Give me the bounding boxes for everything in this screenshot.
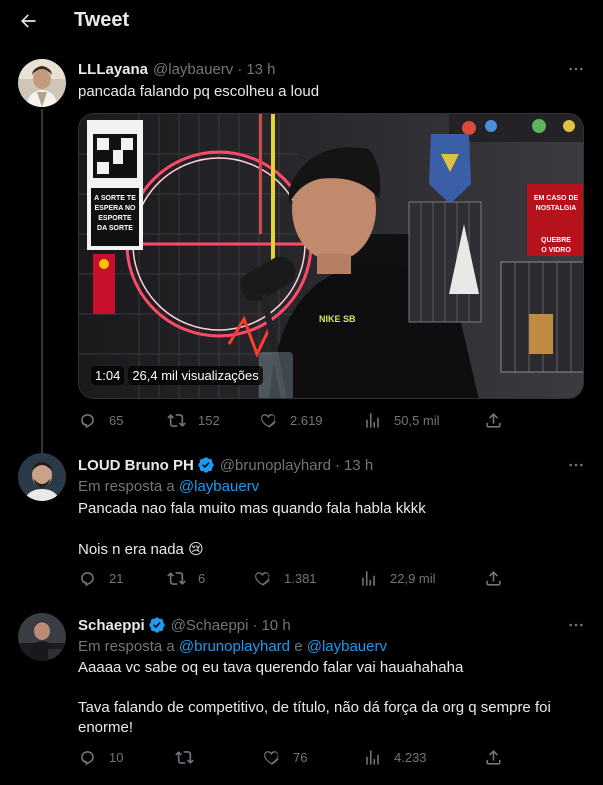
author-name[interactable]: LOUD Bruno PH [78, 457, 194, 474]
like-icon [255, 572, 270, 586]
tweet-text: Pancada nao fala muito mas quando fala h… [78, 499, 578, 560]
like-icon [261, 414, 276, 428]
retweet-icon [167, 572, 186, 585]
view-count: 22,9 mil [390, 571, 436, 586]
svg-text:O VIDRO: O VIDRO [541, 247, 571, 254]
reply-button[interactable]: 10 [78, 748, 123, 767]
view-count: 50,5 mil [394, 413, 440, 428]
tweet-text: Aaaaa vc sabe oq eu tava querendo falar … [78, 658, 578, 738]
reply-joiner: e [290, 638, 307, 655]
views-button[interactable]: 4.233 [363, 748, 427, 767]
verified-badge-icon [148, 616, 166, 634]
svg-text:A SORTE TE: A SORTE TE [94, 195, 136, 202]
avatar[interactable] [18, 453, 66, 501]
reply-prefix: Em resposta a [78, 638, 179, 655]
like-icon [264, 751, 279, 765]
author-name[interactable]: Schaeppi [78, 617, 145, 634]
views-icon [362, 571, 375, 586]
replying-to: Em resposta a @laybauerv [78, 478, 259, 495]
retweet-button[interactable] [175, 748, 194, 767]
separator-dot: · [252, 616, 258, 634]
mention-link[interactable]: @laybauerv [307, 638, 387, 655]
reply-count: 21 [109, 571, 124, 586]
replying-to: Em resposta a @brunoplayhard e @laybauer… [78, 638, 387, 655]
retweet-count: 152 [198, 413, 220, 428]
video-player[interactable]: A SORTE TE ESPERA NO ESPORTE DA SORTE NI… [78, 113, 584, 399]
more-button[interactable] [565, 454, 587, 476]
reply-count: 10 [109, 750, 124, 765]
action-bar: 65 152 2.619 50,5 mil [78, 411, 508, 435]
timestamp[interactable]: 13 h [344, 457, 373, 474]
views-button[interactable]: 22,9 mil [359, 569, 436, 588]
reply-button[interactable]: 21 [78, 569, 123, 588]
like-count: 76 [293, 750, 308, 765]
tweet-text-line: Pancada nao fala muito mas quando fala h… [78, 500, 426, 517]
author-handle[interactable]: @brunoplayhard [220, 457, 331, 474]
mention-link[interactable]: @laybauerv [179, 478, 259, 495]
separator-dot: · [334, 456, 340, 474]
reply-icon [81, 414, 94, 429]
reply-icon [81, 751, 94, 766]
reply-count: 65 [109, 413, 124, 428]
avatar[interactable] [18, 613, 66, 661]
like-count: 2.619 [290, 413, 323, 428]
retweet-button[interactable]: 152 [167, 411, 220, 430]
video-view-count: 26,4 mil visualizações [128, 366, 263, 385]
more-icon [569, 463, 583, 467]
author-name[interactable]: LLLayana [78, 61, 148, 78]
tweet-text-line: Nois n era nada 😢 [78, 541, 204, 558]
tweet-text: pancada falando pq escolheu a loud [78, 83, 320, 100]
share-button[interactable] [484, 411, 503, 430]
like-button[interactable]: 76 [262, 748, 307, 767]
view-count: 4.233 [394, 750, 427, 765]
video-frame: A SORTE TE ESPERA NO ESPORTE DA SORTE NI… [79, 114, 583, 398]
reply-icon [81, 572, 94, 587]
more-button[interactable] [565, 614, 587, 636]
svg-text:NOSTALGIA: NOSTALGIA [536, 205, 577, 212]
share-icon [486, 750, 501, 765]
mention-link[interactable]: @brunoplayhard [179, 638, 290, 655]
video-overlay-badges: 1:04 26,4 mil visualizações [91, 366, 263, 385]
reply-button[interactable]: 65 [78, 411, 123, 430]
like-count: 1.381 [284, 571, 317, 586]
tweet-reply[interactable]: Schaeppi @Schaeppi · 10 h Em resposta a … [0, 600, 603, 785]
svg-text:ESPORTE: ESPORTE [98, 215, 132, 222]
retweet-icon [167, 414, 186, 427]
more-button[interactable] [565, 58, 587, 80]
like-button[interactable]: 2.619 [259, 411, 323, 430]
views-icon [366, 413, 379, 428]
retweet-count: 6 [198, 571, 206, 586]
svg-text:NIKE SB: NIKE SB [319, 314, 356, 324]
share-icon [486, 413, 501, 428]
svg-text:QUEBRE: QUEBRE [541, 237, 571, 244]
video-duration: 1:04 [91, 366, 125, 385]
share-button[interactable] [484, 748, 503, 767]
tweet-original[interactable]: LLLayana @laybauerv · 13 h pancada falan… [0, 0, 603, 440]
share-button[interactable] [484, 569, 503, 588]
share-icon [486, 571, 501, 586]
like-button[interactable]: 1.381 [253, 569, 317, 588]
retweet-button[interactable]: 6 [167, 569, 205, 588]
tweet-text-line: Tava falando de competitivo, de título, … [78, 699, 551, 736]
views-icon [366, 750, 379, 765]
svg-text:DA SORTE: DA SORTE [97, 225, 133, 232]
retweet-icon [175, 751, 194, 764]
verified-badge-icon [197, 456, 215, 474]
timestamp[interactable]: 13 h [246, 61, 275, 78]
more-icon [569, 623, 583, 627]
more-icon [569, 67, 583, 71]
action-bar: 21 6 1.381 22,9 mil [78, 569, 508, 593]
action-bar: 10 76 4.233 [78, 748, 508, 772]
avatar[interactable] [18, 59, 66, 107]
separator-dot: · [237, 61, 243, 78]
svg-text:EM CASO DE: EM CASO DE [534, 195, 579, 202]
tweet-reply[interactable]: LOUD Bruno PH @brunoplayhard · 13 h Em r… [0, 440, 603, 600]
author-handle[interactable]: @laybauerv [153, 61, 233, 78]
timestamp[interactable]: 10 h [261, 617, 290, 634]
views-button[interactable]: 50,5 mil [363, 411, 440, 430]
tweet-text-line: Aaaaa vc sabe oq eu tava querendo falar … [78, 659, 464, 676]
svg-text:ESPERA NO: ESPERA NO [95, 205, 137, 212]
author-handle[interactable]: @Schaeppi [171, 617, 249, 634]
reply-prefix: Em resposta a [78, 478, 179, 495]
